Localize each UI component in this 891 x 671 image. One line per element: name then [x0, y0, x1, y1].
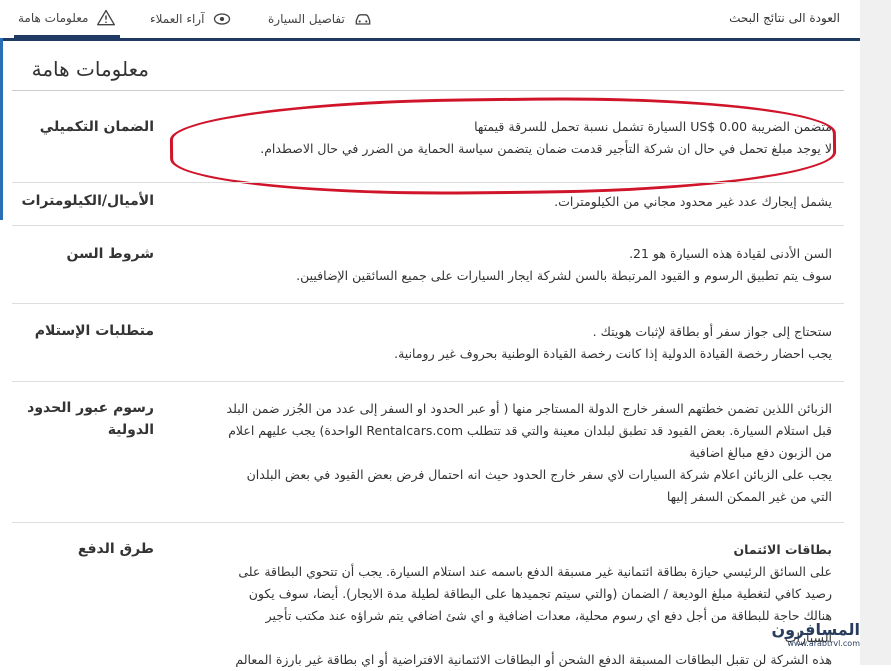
- back-to-results-link[interactable]: العودة الى نتائج البحث: [729, 11, 840, 25]
- row-label: شروط السن: [66, 246, 155, 262]
- divider: [12, 182, 844, 183]
- row-label: طرق الدفع: [77, 541, 154, 557]
- row-label: رسوم عبور الحدود الدولية: [27, 400, 154, 438]
- content-line: السيارات: [784, 630, 832, 645]
- row-label: الضمان التكميلي: [39, 119, 154, 135]
- left-accent-bar: [0, 182, 3, 220]
- row-content: بطاقات الائتمان على السائق الرئيسي حيازة…: [172, 539, 832, 671]
- info-row-insurance: الضمان التكميلي متضمن الضريبة US$ 0.00 ا…: [12, 112, 844, 182]
- row-content: متضمن الضريبة US$ 0.00 السيارة تشمل نسبة…: [172, 116, 832, 160]
- divider: [12, 303, 844, 304]
- tab-important-info-label: معلومات هامة: [18, 10, 89, 25]
- content-heading: بطاقات الائتمان: [733, 542, 833, 557]
- content-line: يجب على الزبائن اعلام شركة السيارات لاي …: [246, 467, 832, 482]
- content-line: متضمن الضريبة US$ 0.00 السيارة تشمل نسبة…: [474, 119, 832, 134]
- divider: [12, 90, 844, 91]
- info-row-cross-border: رسوم عبور الحدود الدولية الزبائن اللذين …: [12, 397, 844, 517]
- watermark-url: www.arabtrvl.com: [787, 639, 860, 648]
- tab-customer-reviews[interactable]: آراء العملاء: [150, 0, 232, 38]
- info-row-payment: طرق الدفع بطاقات الائتمان على السائق الر…: [12, 538, 844, 667]
- page-title: معلومات هامة: [31, 57, 149, 81]
- watermark-text: المسافرون: [771, 620, 860, 639]
- content-line: قبل استلام السيارة. بعض القيود قد تطبق ل…: [228, 423, 832, 438]
- tab-car-details[interactable]: تفاصيل السيارة: [268, 0, 373, 38]
- content-line: الزبائن اللذين تضمن خطتهم السفر خارج الد…: [226, 401, 832, 416]
- row-label: الأميال/الكيلومترات: [21, 193, 155, 209]
- row-content: ستحتاج إلى جواز سفر أو بطاقة لإثبات هويت…: [172, 321, 832, 365]
- tab-car-details-label: تفاصيل السيارة: [268, 12, 345, 26]
- content-line: يشمل إيجارك عدد غير محدود مجاني من الكيل…: [554, 194, 832, 209]
- site-watermark: المسافرون www.arabtrvl.com: [771, 600, 860, 665]
- info-row-age: شروط السن السن الأدنى لقيادة هذه السيارة…: [12, 243, 844, 298]
- content-line: السن الأدنى لقيادة هذه السيارة هو 21.: [629, 246, 832, 261]
- content-line: سوف يتم تطبيق الرسوم و القيود المرتبطة ب…: [296, 268, 832, 283]
- divider: [12, 522, 844, 523]
- content-line: على السائق الرئيسي حيازة بطاقة ائتمانية …: [238, 564, 832, 579]
- info-row-mileage: الأميال/الكيلومترات يشمل إيجارك عدد غير …: [12, 188, 844, 220]
- content-line: لا يوجد مبلغ تحمل في حال ان شركة التأجير…: [260, 141, 832, 156]
- info-row-pickup: متطلبات الإستلام ستحتاج إلى جواز سفر أو …: [12, 320, 844, 375]
- tab-customer-reviews-label: آراء العملاء: [150, 12, 205, 26]
- content-line: من الزبون دفع مبالغ اضافية: [689, 445, 832, 460]
- content-line: يجب احضار رخصة القيادة الدولية إذا كانت …: [394, 346, 832, 361]
- row-content: الزبائن اللذين تضمن خطتهم السفر خارج الد…: [172, 398, 832, 508]
- tab-important-info[interactable]: معلومات هامة: [14, 0, 121, 38]
- row-content: يشمل إيجارك عدد غير محدود مجاني من الكيل…: [172, 191, 832, 213]
- car-icon: [355, 14, 371, 25]
- content-line: ستحتاج إلى جواز سفر أو بطاقة لإثبات هويت…: [592, 324, 832, 339]
- row-label: متطلبات الإستلام: [34, 323, 154, 339]
- eye-icon: [214, 13, 231, 25]
- content-line: التي من غير الممكن السفر إليها: [666, 489, 832, 504]
- divider: [12, 381, 844, 382]
- content-line: هذه الشركة لن تقبل البطاقات المسبقة الدف…: [235, 652, 832, 667]
- scrollbar[interactable]: [860, 0, 891, 665]
- content-line: رصيد كافي لتغطية مبلغ الوديعة / الضمان (…: [248, 586, 832, 601]
- divider: [12, 225, 844, 226]
- content-line: هنالك حاجة للبطاقة من أجل دفع اي رسوم مح…: [265, 608, 832, 623]
- top-nav-bar: العودة الى نتائج البحث تفاصيل السيارة آر…: [0, 0, 860, 41]
- warning-icon: [97, 9, 116, 25]
- row-content: السن الأدنى لقيادة هذه السيارة هو 21. سو…: [172, 243, 832, 287]
- left-accent-bar: [0, 38, 3, 188]
